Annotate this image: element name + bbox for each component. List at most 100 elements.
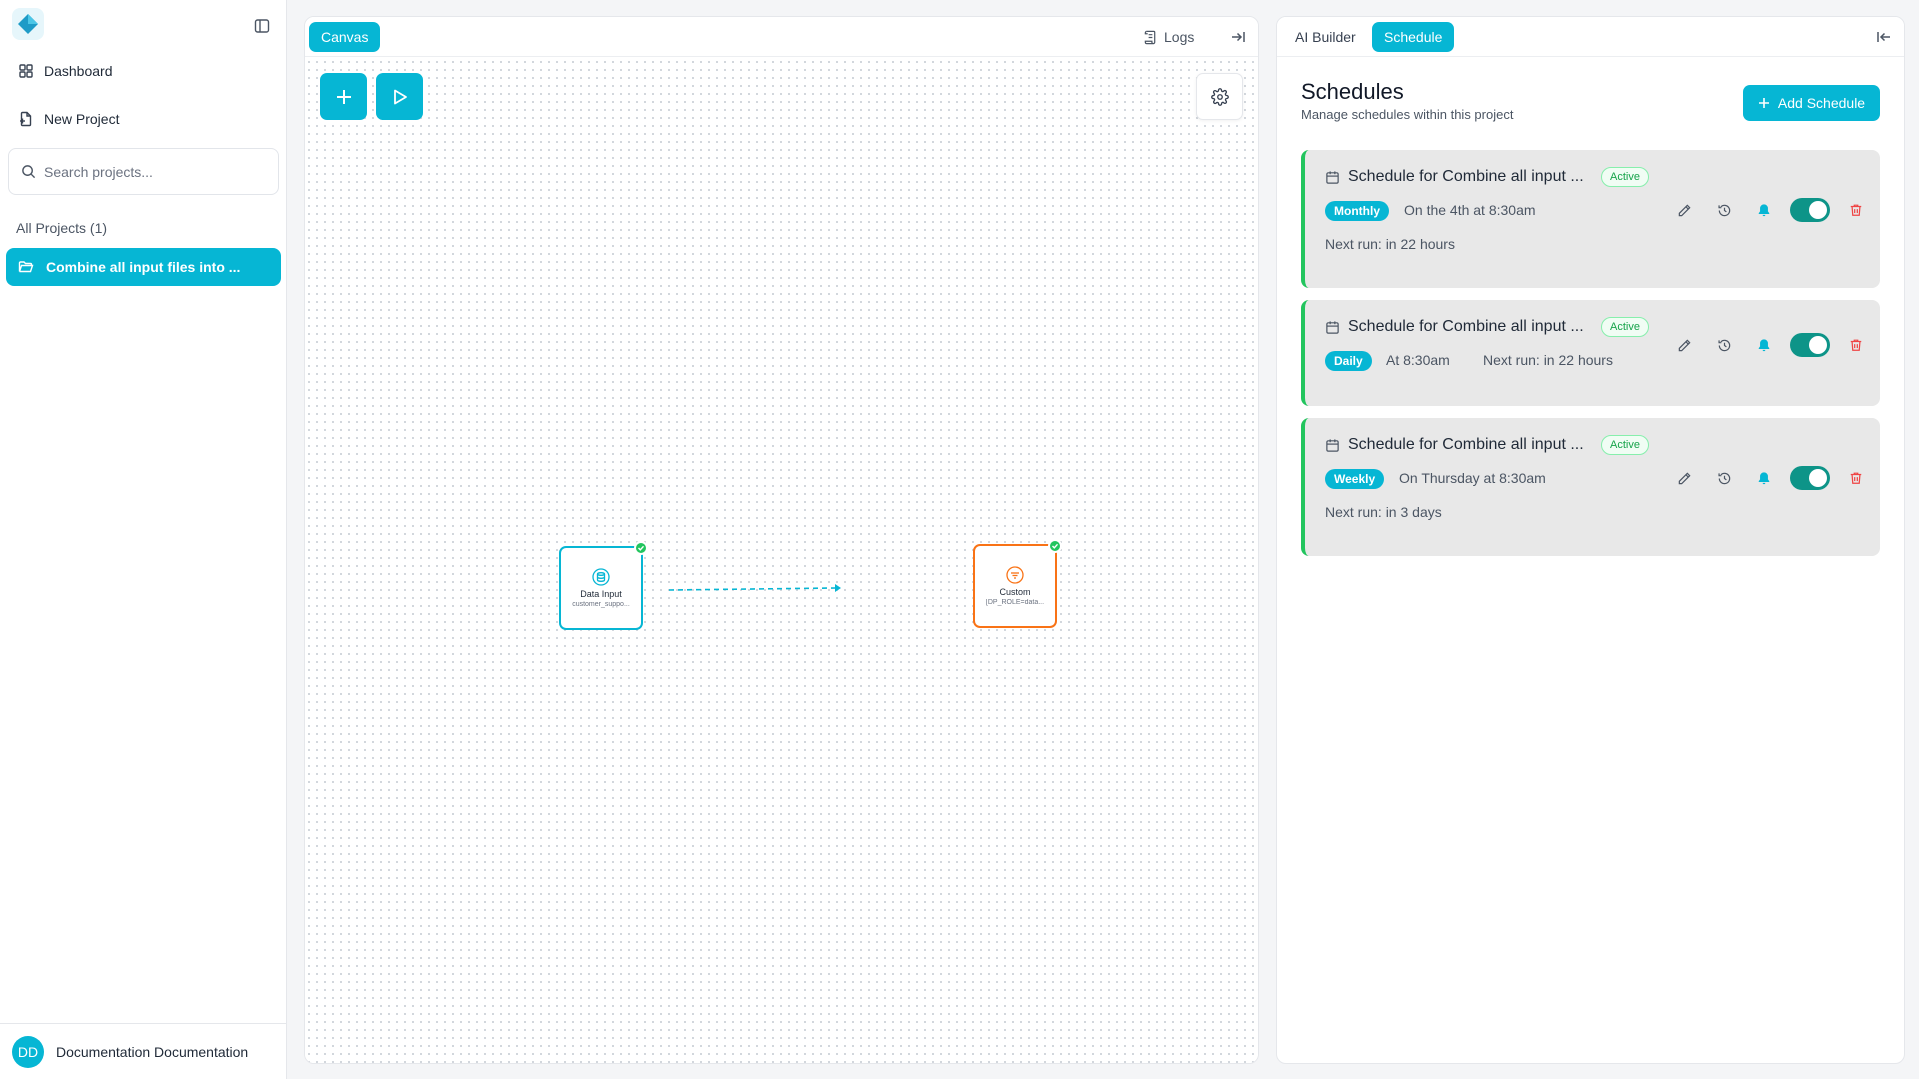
frequency-badge: Weekly — [1325, 469, 1385, 489]
nav-dashboard[interactable]: Dashboard — [18, 56, 113, 86]
node-data-input[interactable]: Data Input customer_suppo... — [559, 541, 648, 630]
bell-icon — [1758, 472, 1770, 485]
pencil-icon — [1678, 471, 1691, 484]
page-title: Schedules — [1301, 79, 1404, 104]
next-run: Next run: in 22 hours — [1325, 236, 1455, 252]
schedule-name: Schedule for Combine all input ... — [1348, 436, 1584, 453]
enable-toggle[interactable] — [1790, 198, 1830, 222]
bell-icon — [1758, 339, 1770, 352]
new-file-icon — [20, 111, 32, 127]
trash-icon — [1850, 472, 1862, 484]
app-logo[interactable] — [12, 8, 44, 40]
arrow-right-to-line-icon — [1232, 32, 1245, 42]
calendar-icon — [1326, 438, 1339, 452]
diamond-logo-icon — [18, 14, 38, 34]
history-button[interactable] — [1714, 335, 1734, 355]
right-panel-header: AI Builder Schedule — [1277, 17, 1904, 57]
user-footer[interactable]: DD Documentation Documentation — [0, 1023, 287, 1079]
enable-toggle[interactable] — [1790, 333, 1830, 357]
notification-button[interactable] — [1754, 335, 1774, 355]
grid-icon — [19, 64, 33, 78]
edit-button[interactable] — [1674, 335, 1694, 355]
folder-open-icon — [18, 261, 34, 273]
sidebar-toggle-button[interactable] — [252, 16, 272, 36]
add-schedule-button[interactable]: Add Schedule — [1743, 85, 1880, 121]
next-run: Next run: in 3 days — [1325, 504, 1442, 520]
next-run: Next run: in 22 hours — [1483, 352, 1613, 368]
history-button[interactable] — [1714, 200, 1734, 220]
schedule-when: At 8:30am — [1386, 352, 1450, 368]
node-title: Data Input — [580, 589, 622, 599]
tab-schedule[interactable]: Schedule — [1372, 22, 1455, 52]
filter-icon — [1006, 566, 1024, 584]
calendar-icon — [1326, 320, 1339, 334]
bell-icon — [1758, 204, 1770, 217]
user-name: Documentation Documentation — [56, 1043, 249, 1060]
delete-button[interactable] — [1846, 335, 1866, 355]
status-badge: Active — [1601, 167, 1649, 187]
schedule-when: On the 4th at 8:30am — [1404, 202, 1536, 218]
schedule-actions — [1674, 333, 1866, 357]
node-title: Custom — [999, 587, 1031, 597]
collapse-canvas-button[interactable] — [1227, 26, 1249, 48]
node-status-check-icon — [1048, 539, 1062, 553]
nav-dashboard-label: Dashboard — [44, 63, 113, 79]
avatar: DD — [12, 1035, 44, 1068]
logs-button[interactable]: Logs — [1143, 22, 1194, 52]
calendar-icon — [1326, 170, 1339, 184]
edit-button[interactable] — [1674, 200, 1694, 220]
history-icon — [1717, 204, 1730, 216]
node-subtitle: [DP_ROLE=data... — [985, 599, 1045, 606]
project-item-label: Combine all input files into ... — [46, 259, 241, 275]
tab-canvas[interactable]: Canvas — [309, 22, 381, 52]
database-icon — [592, 568, 610, 586]
pencil-icon — [1678, 203, 1691, 216]
tab-ai-builder[interactable]: AI Builder — [1289, 22, 1362, 52]
sidebar-panel-icon — [254, 19, 270, 33]
nav-new-project-label: New Project — [44, 111, 120, 127]
notification-button[interactable] — [1754, 468, 1774, 488]
schedule-name: Schedule for Combine all input ... — [1348, 168, 1584, 185]
schedule-actions — [1674, 198, 1866, 222]
enable-toggle[interactable] — [1790, 466, 1830, 490]
logs-label: Logs — [1164, 29, 1195, 45]
nav-new-project[interactable]: New Project — [18, 104, 119, 134]
schedule-card[interactable]: Schedule for Combine all input ... Activ… — [1301, 418, 1880, 556]
node-status-check-icon — [634, 541, 648, 555]
trash-icon — [1850, 204, 1862, 216]
canvas-panel: Canvas Logs Data Input customer_suppo...… — [304, 16, 1259, 1064]
node-custom[interactable]: Custom [DP_ROLE=data... — [973, 539, 1062, 628]
logs-icon — [1144, 30, 1156, 44]
schedule-card-title: Schedule for Combine all input ... — [1325, 168, 1584, 186]
add-schedule-label: Add Schedule — [1777, 95, 1866, 111]
edit-button[interactable] — [1674, 468, 1694, 488]
frequency-badge: Monthly — [1325, 201, 1389, 221]
history-icon — [1717, 339, 1730, 351]
schedule-name: Schedule for Combine all input ... — [1348, 318, 1584, 335]
schedule-actions — [1674, 466, 1866, 490]
history-button[interactable] — [1714, 468, 1734, 488]
trash-icon — [1850, 339, 1862, 351]
project-search — [8, 148, 279, 195]
notification-button[interactable] — [1754, 200, 1774, 220]
status-badge: Active — [1601, 435, 1649, 455]
node-subtitle: customer_suppo... — [572, 601, 630, 608]
schedule-card-title: Schedule for Combine all input ... — [1325, 318, 1584, 336]
workflow-edge — [668, 584, 841, 592]
project-item-active[interactable]: Combine all input files into ... — [6, 248, 281, 286]
collapse-right-panel-button[interactable] — [1873, 26, 1895, 48]
schedule-card[interactable]: Schedule for Combine all input ... Activ… — [1301, 150, 1880, 288]
search-icon — [22, 165, 36, 179]
page-subtitle: Manage schedules within this project — [1301, 107, 1514, 122]
canvas-header: Canvas Logs — [305, 17, 1258, 57]
workflow-canvas[interactable]: Data Input customer_suppo... Custom [DP_… — [305, 58, 1258, 1063]
delete-button[interactable] — [1846, 468, 1866, 488]
arrow-left-to-line-icon — [1877, 32, 1890, 42]
delete-button[interactable] — [1846, 200, 1866, 220]
search-input[interactable] — [44, 163, 264, 180]
schedule-card-title: Schedule for Combine all input ... — [1325, 436, 1584, 454]
history-icon — [1717, 472, 1730, 484]
status-badge: Active — [1601, 317, 1649, 337]
schedule-card[interactable]: Schedule for Combine all input ... Activ… — [1301, 300, 1880, 406]
schedule-panel: AI Builder Schedule Schedules Manage sch… — [1276, 16, 1905, 1064]
